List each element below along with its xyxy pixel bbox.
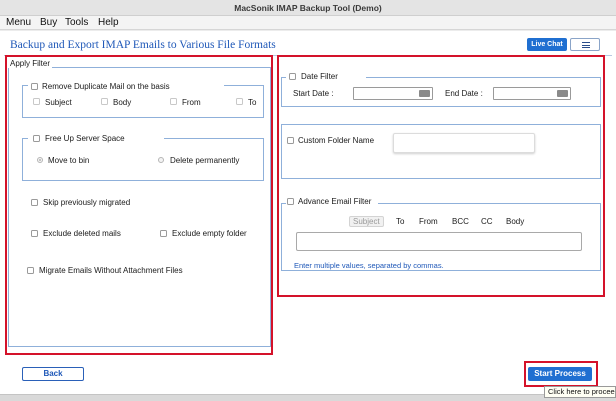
menu-item-tools[interactable]: Tools <box>65 17 88 28</box>
page-heading: Backup and Export IMAP Emails to Various… <box>10 39 276 51</box>
window-title: MacSonik IMAP Backup Tool (Demo) <box>234 3 382 13</box>
hamburger-menu-button[interactable] <box>570 38 600 51</box>
menu-item-buy[interactable]: Buy <box>40 17 57 28</box>
start-process-tooltip: Click here to proceed <box>544 386 616 398</box>
highlight-apply-filter <box>5 55 273 355</box>
menu-item-menu[interactable]: Menu <box>6 17 31 28</box>
highlight-options <box>277 55 605 297</box>
menu-item-help[interactable]: Help <box>98 17 119 28</box>
live-chat-button[interactable]: Live Chat <box>527 38 567 51</box>
title-bar: MacSonik IMAP Backup Tool (Demo) <box>0 0 616 16</box>
back-button[interactable]: Back <box>22 367 84 381</box>
bottom-strip <box>0 394 616 401</box>
main-panel: Backup and Export IMAP Emails to Various… <box>0 31 616 401</box>
menu-bar: Menu Buy Tools Help <box>0 16 616 30</box>
start-process-button[interactable]: Start Process <box>528 367 592 381</box>
